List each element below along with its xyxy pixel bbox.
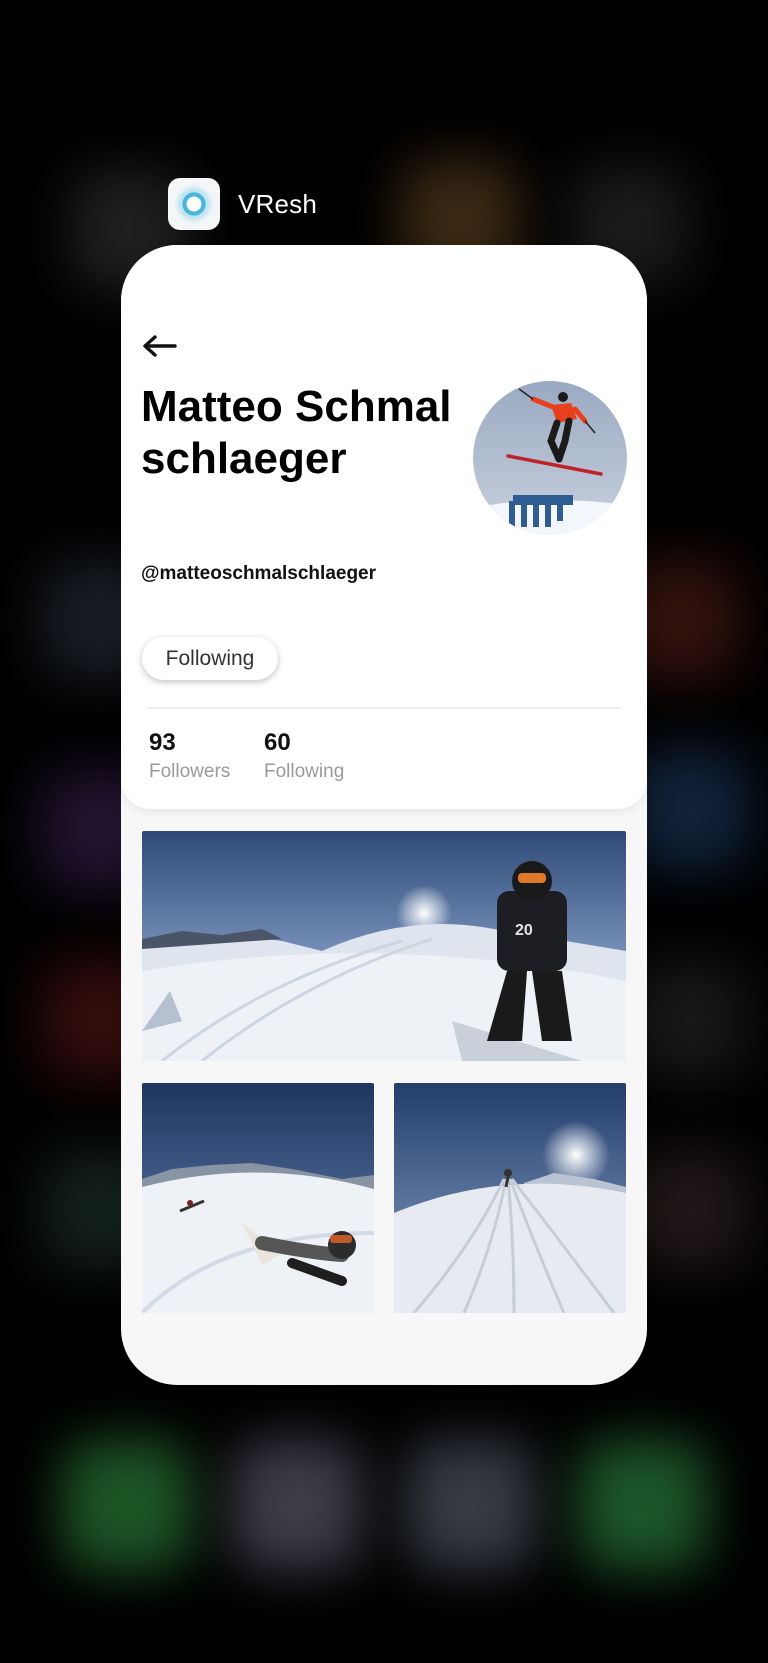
- following-stat[interactable]: 60 Following: [264, 729, 344, 783]
- dock-app-blur: [406, 1440, 536, 1570]
- photo-thumbnail[interactable]: [394, 1083, 626, 1313]
- arrow-left-icon[interactable]: [141, 333, 177, 359]
- followers-stat[interactable]: 93 Followers: [149, 729, 230, 783]
- profile-handle: @matteoschmalschlaeger: [141, 563, 377, 584]
- followers-label: Followers: [149, 761, 231, 782]
- svg-text:20: 20: [515, 922, 533, 939]
- profile-header: Matteo Schmalschlaeger @matteoschmalschl…: [121, 245, 647, 809]
- profile-avatar[interactable]: [473, 381, 627, 535]
- app-switcher-label[interactable]: VResh: [168, 178, 317, 230]
- profile-name: Matteo Schmalschlaeger: [141, 382, 452, 483]
- app-name: VResh: [238, 188, 318, 219]
- app-card[interactable]: Matteo Schmalschlaeger @matteoschmalschl…: [121, 245, 647, 1385]
- dock-app-blur: [578, 1440, 708, 1570]
- vresh-app-icon: [168, 178, 220, 230]
- photo-thumbnail[interactable]: 20: [142, 831, 626, 1061]
- photo-thumbnail[interactable]: [142, 1083, 374, 1313]
- divider: [147, 707, 621, 709]
- background-app-blur: [630, 1150, 750, 1270]
- dock-app-blur: [62, 1440, 192, 1570]
- followers-count: 93: [149, 729, 176, 756]
- following-count: 60: [264, 729, 291, 756]
- background-app-blur: [630, 960, 750, 1080]
- following-label: Following: [264, 761, 345, 782]
- following-button[interactable]: Following: [142, 637, 278, 680]
- app-switcher-screen: VResh Matteo Schmalschlaeger @matteoschm…: [0, 0, 768, 1663]
- background-app-blur: [630, 750, 750, 870]
- dock-app-blur: [232, 1440, 362, 1570]
